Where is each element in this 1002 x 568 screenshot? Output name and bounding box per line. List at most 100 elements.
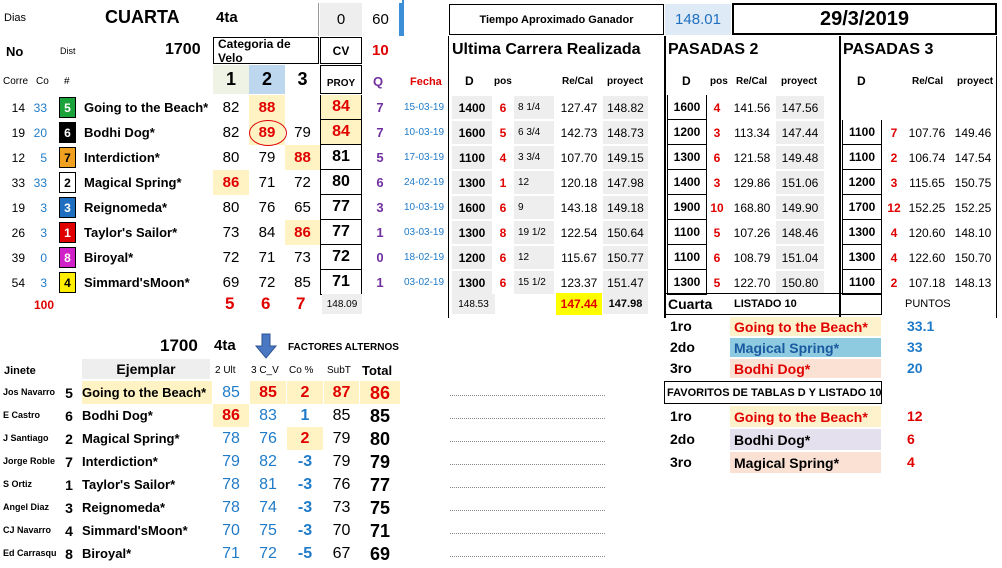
totals-t3: 7 [296,294,306,313]
row-p3-proyect: 149.46 [954,125,992,140]
row-p2-pos: 6 [713,250,721,265]
row-horse-name: Taylor's Sailor* [84,225,178,240]
row-proyect: 149.15 [603,146,648,169]
row-p3-proyect: 152.25 [954,200,992,215]
row-d: 1300 [452,171,492,194]
row-fecha: 18-02-19 [404,251,445,263]
favoritos-name: Bodhi Dog* [730,429,881,450]
alt-num: 5 [65,384,73,401]
alt-total: 86 [360,381,400,404]
cv-label: CV [332,43,350,58]
row-p3-recal: 122.60 [908,250,946,265]
alt-total: 79 [369,451,391,472]
hdr-c2-label: 2 [261,69,272,89]
row-v2: 72 [258,274,276,291]
alt-dotted-line [450,533,605,534]
cv-value: 10 [372,42,389,59]
alt-dotted-line [450,418,605,419]
row-recal: 122.54 [560,225,598,240]
row-num-badge: 6 [59,122,76,143]
hdr-c3-label: 3 [297,69,308,89]
alt-race-short: 4ta [214,337,236,354]
row-co: 3 [40,275,47,290]
alt-name: Interdiction* [82,454,158,469]
row-co: 3 [40,225,47,240]
row-v3: 86 [285,220,320,245]
row-pos: 6 [499,200,507,215]
row-corre: 39 [11,250,25,265]
divider-blue [402,0,404,36]
totals-recal-box: 147.44 [556,293,602,315]
alt-name: Bodhi Dog* [82,408,153,423]
row-p2-d: 1100 [667,220,707,245]
highlight-circle [249,120,287,146]
tiempo-value: 148.01 [675,11,721,28]
alt-name: Reignomeda* [82,500,166,515]
row-p3-pos: 2 [890,275,898,290]
favoritos-pts: 12 [907,408,923,424]
divider-pasadas2 [664,36,666,318]
dias-b-cell[interactable]: 60 [362,3,402,36]
row-v1: 82 [222,99,240,116]
row-p2-d: 1100 [667,245,707,270]
alt-total: 77 [369,474,391,495]
ultima-label: Ultima Carrera Realizada [452,41,641,58]
row-v2: 79 [258,149,276,166]
totals-proyect: 147.98 [608,298,643,310]
row-p2-recal: 107.26 [733,225,771,240]
row-v1: 73 [222,224,240,241]
row-q: 7 [376,125,384,140]
totals-t2: 6 [261,294,271,313]
alt-3cv: 81 [259,475,277,493]
hdr-c1: 1 [213,65,249,94]
alt-2ult: 78 [222,498,240,516]
hdr-c3: 3 [285,65,320,94]
listado-title-b: LISTADO 10 [734,298,797,310]
row-p3-proyect [950,95,996,120]
row-q: 6 [376,175,384,190]
alt-name: Going to the Beach* [82,381,212,404]
row-p3-d: 1100 [842,145,882,170]
row-p3-recal: 115.65 [909,175,945,190]
row-p2-proyect: 150.80 [776,271,824,294]
favoritos-name: Going to the Beach* [730,406,881,427]
row-proy: 84 [320,120,362,145]
row-fecha: 17-03-19 [404,151,445,163]
row-recal: 107.70 [560,150,598,165]
dias-a-cell[interactable]: 0 [320,3,362,36]
alt-2ult: 78 [222,475,240,493]
row-corre: 33 [11,175,25,190]
alt-co: -3 [297,498,313,516]
hdr-p2-pos: pos [710,76,728,87]
row-p3-d: 1100 [842,270,882,295]
favoritos-name: Magical Spring* [730,452,881,473]
dist-label: Dist [60,46,76,56]
row-num-badge: 3 [59,197,76,218]
tiempo-value-box: 148.01 [665,4,731,35]
row-q: 3 [376,200,384,215]
row-corre: 26 [11,225,25,240]
row-v1: 80 [222,149,240,166]
row-q: 5 [376,150,384,165]
favoritos-title: FAVORITOS DE TABLAS D Y LISTADO 10 [667,387,882,399]
hdr-p3-recal: Re/Cal [912,76,944,87]
row-p2-d: 1300 [667,145,707,170]
row-p3-recal: 106.74 [908,150,946,165]
alt-jinete: E Castro [3,410,41,420]
favoritos-pts: 6 [907,431,915,447]
alt-total: 69 [369,543,391,564]
arrow-down-icon [254,333,278,363]
totals-proyect-box: 147.98 [603,294,648,314]
row-corre: 14 [11,100,25,115]
row-proy: 72 [320,245,362,270]
row-p3-d: 1700 [842,195,882,220]
alt-co: -3 [297,475,313,493]
hdr-d: D [465,74,474,88]
row-horse-name: Bodhi Dog* [84,125,155,140]
alt-num: 2 [65,430,73,447]
row-p3-pos: 7 [890,125,898,140]
alt-jinete: Ed Carrasqu [3,548,57,558]
row-pos: 6 [499,250,507,265]
row-recal: 143.18 [560,200,598,215]
row-proy: 80 [320,170,362,195]
